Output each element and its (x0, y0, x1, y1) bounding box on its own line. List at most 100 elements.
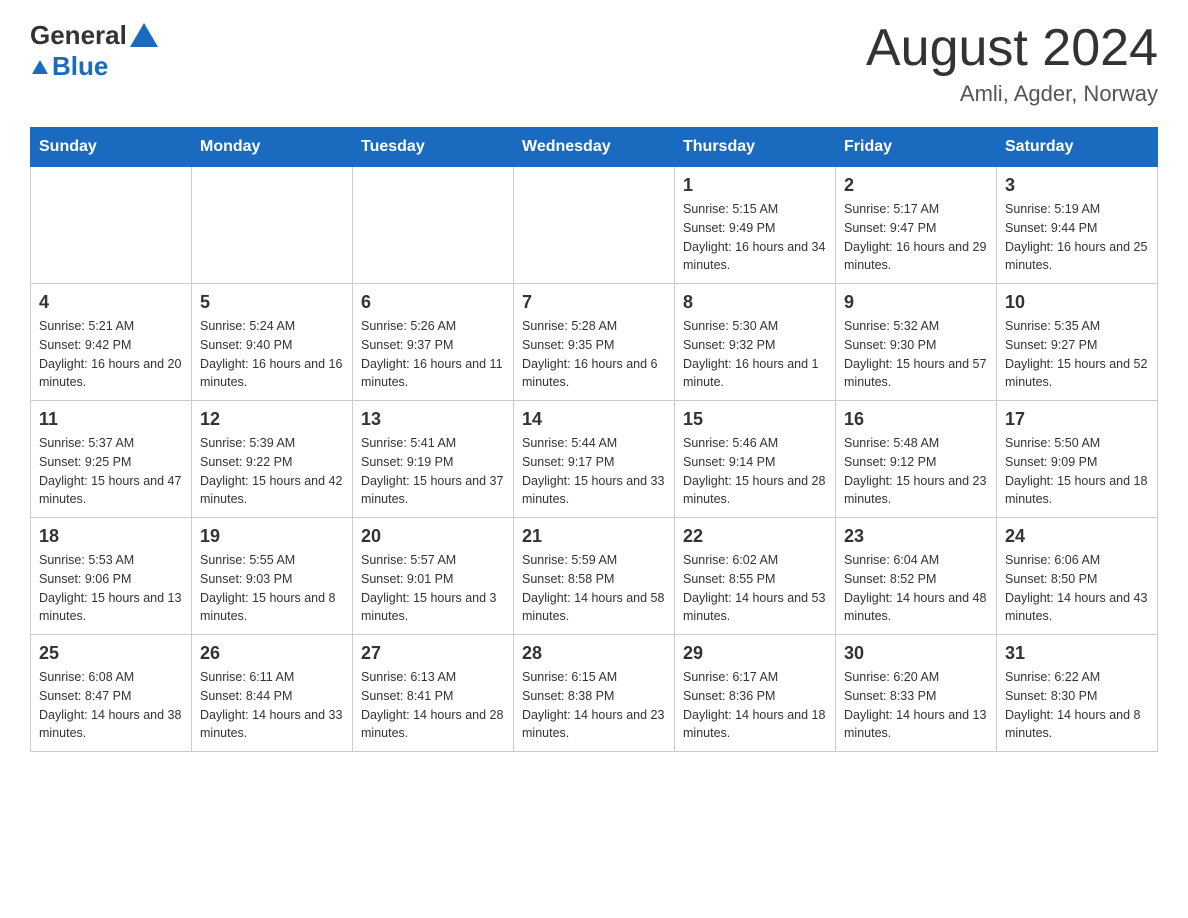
day-info: Sunrise: 5:24 AM Sunset: 9:40 PM Dayligh… (200, 317, 344, 392)
day-info: Sunrise: 5:19 AM Sunset: 9:44 PM Dayligh… (1005, 200, 1149, 275)
day-number: 26 (200, 643, 344, 664)
week-row-2: 4 Sunrise: 5:21 AM Sunset: 9:42 PM Daylig… (31, 284, 1158, 401)
day-header-saturday: Saturday (997, 128, 1158, 167)
week-row-4: 18 Sunrise: 5:53 AM Sunset: 9:06 PM Dayli… (31, 518, 1158, 635)
day-header-sunday: Sunday (31, 128, 192, 167)
day-number: 31 (1005, 643, 1149, 664)
day-info: Sunrise: 5:57 AM Sunset: 9:01 PM Dayligh… (361, 551, 505, 626)
calendar-cell: 14 Sunrise: 5:44 AM Sunset: 9:17 PM Dayli… (514, 401, 675, 518)
day-number: 14 (522, 409, 666, 430)
week-row-1: 1Sunrise: 5:15 AM Sunset: 9:49 PM Daylig… (31, 167, 1158, 284)
day-info: Sunrise: 6:02 AM Sunset: 8:55 PM Dayligh… (683, 551, 827, 626)
calendar-cell: 29Sunrise: 6:17 AM Sunset: 8:36 PM Dayli… (675, 635, 836, 752)
day-info: Sunrise: 5:15 AM Sunset: 9:49 PM Dayligh… (683, 200, 827, 275)
calendar-cell: 28 Sunrise: 6:15 AM Sunset: 8:38 PM Dayli… (514, 635, 675, 752)
calendar-cell: 5 Sunrise: 5:24 AM Sunset: 9:40 PM Daylig… (192, 284, 353, 401)
day-info: Sunrise: 5:30 AM Sunset: 9:32 PM Dayligh… (683, 317, 827, 392)
day-number: 5 (200, 292, 344, 313)
day-info: Sunrise: 6:04 AM Sunset: 8:52 PM Dayligh… (844, 551, 988, 626)
day-info: Sunrise: 5:21 AM Sunset: 9:42 PM Dayligh… (39, 317, 183, 392)
calendar-cell (353, 167, 514, 284)
calendar-body: 1Sunrise: 5:15 AM Sunset: 9:49 PM Daylig… (31, 167, 1158, 752)
day-header-wednesday: Wednesday (514, 128, 675, 167)
day-info: Sunrise: 6:13 AM Sunset: 8:41 PM Dayligh… (361, 668, 505, 743)
day-number: 15 (683, 409, 827, 430)
day-number: 23 (844, 526, 988, 547)
location-text: Amli, Agder, Norway (866, 81, 1158, 107)
calendar-cell: 10Sunrise: 5:35 AM Sunset: 9:27 PM Dayli… (997, 284, 1158, 401)
day-info: Sunrise: 5:50 AM Sunset: 9:09 PM Dayligh… (1005, 434, 1149, 509)
day-number: 10 (1005, 292, 1149, 313)
day-info: Sunrise: 5:46 AM Sunset: 9:14 PM Dayligh… (683, 434, 827, 509)
page-header: General Blue August 2024 Amli, Agder, No… (30, 20, 1158, 107)
calendar-header: SundayMondayTuesdayWednesdayThursdayFrid… (31, 128, 1158, 167)
day-info: Sunrise: 5:44 AM Sunset: 9:17 PM Dayligh… (522, 434, 666, 509)
day-header-friday: Friday (836, 128, 997, 167)
day-number: 18 (39, 526, 183, 547)
day-info: Sunrise: 5:48 AM Sunset: 9:12 PM Dayligh… (844, 434, 988, 509)
day-header-thursday: Thursday (675, 128, 836, 167)
day-info: Sunrise: 6:11 AM Sunset: 8:44 PM Dayligh… (200, 668, 344, 743)
calendar-cell: 13Sunrise: 5:41 AM Sunset: 9:19 PM Dayli… (353, 401, 514, 518)
logo-blue-text: Blue (52, 51, 108, 82)
calendar-cell: 24 Sunrise: 6:06 AM Sunset: 8:50 PM Dayli… (997, 518, 1158, 635)
day-info: Sunrise: 5:59 AM Sunset: 8:58 PM Dayligh… (522, 551, 666, 626)
day-number: 13 (361, 409, 505, 430)
day-headers-row: SundayMondayTuesdayWednesdayThursdayFrid… (31, 128, 1158, 167)
day-number: 17 (1005, 409, 1149, 430)
day-info: Sunrise: 6:22 AM Sunset: 8:30 PM Dayligh… (1005, 668, 1149, 743)
day-number: 6 (361, 292, 505, 313)
calendar-cell (192, 167, 353, 284)
calendar-cell: 16 Sunrise: 5:48 AM Sunset: 9:12 PM Dayli… (836, 401, 997, 518)
calendar-cell: 12Sunrise: 5:39 AM Sunset: 9:22 PM Dayli… (192, 401, 353, 518)
day-number: 30 (844, 643, 988, 664)
logo-general-text: General (30, 20, 127, 51)
day-number: 3 (1005, 175, 1149, 196)
day-number: 11 (39, 409, 183, 430)
day-number: 24 (1005, 526, 1149, 547)
day-number: 21 (522, 526, 666, 547)
day-number: 25 (39, 643, 183, 664)
day-info: Sunrise: 5:39 AM Sunset: 9:22 PM Dayligh… (200, 434, 344, 509)
day-number: 28 (522, 643, 666, 664)
day-number: 22 (683, 526, 827, 547)
calendar-cell: 11 Sunrise: 5:37 AM Sunset: 9:25 PM Dayli… (31, 401, 192, 518)
day-number: 20 (361, 526, 505, 547)
calendar-cell: 4 Sunrise: 5:21 AM Sunset: 9:42 PM Daylig… (31, 284, 192, 401)
title-block: August 2024 Amli, Agder, Norway (866, 20, 1158, 107)
day-header-tuesday: Tuesday (353, 128, 514, 167)
calendar-cell: 8Sunrise: 5:30 AM Sunset: 9:32 PM Daylig… (675, 284, 836, 401)
day-info: Sunrise: 5:37 AM Sunset: 9:25 PM Dayligh… (39, 434, 183, 509)
day-number: 16 (844, 409, 988, 430)
day-header-monday: Monday (192, 128, 353, 167)
calendar-cell: 27 Sunrise: 6:13 AM Sunset: 8:41 PM Dayli… (353, 635, 514, 752)
day-info: Sunrise: 5:17 AM Sunset: 9:47 PM Dayligh… (844, 200, 988, 275)
calendar-cell: 1Sunrise: 5:15 AM Sunset: 9:49 PM Daylig… (675, 167, 836, 284)
day-number: 2 (844, 175, 988, 196)
calendar-cell (514, 167, 675, 284)
calendar-cell: 9Sunrise: 5:32 AM Sunset: 9:30 PM Daylig… (836, 284, 997, 401)
month-title: August 2024 (866, 20, 1158, 77)
calendar-cell: 6 Sunrise: 5:26 AM Sunset: 9:37 PM Daylig… (353, 284, 514, 401)
calendar-cell: 30 Sunrise: 6:20 AM Sunset: 8:33 PM Dayli… (836, 635, 997, 752)
day-info: Sunrise: 5:28 AM Sunset: 9:35 PM Dayligh… (522, 317, 666, 392)
day-number: 4 (39, 292, 183, 313)
calendar-cell (31, 167, 192, 284)
calendar-cell: 3 Sunrise: 5:19 AM Sunset: 9:44 PM Daylig… (997, 167, 1158, 284)
calendar-cell: 26 Sunrise: 6:11 AM Sunset: 8:44 PM Dayli… (192, 635, 353, 752)
calendar-cell: 22 Sunrise: 6:02 AM Sunset: 8:55 PM Dayli… (675, 518, 836, 635)
day-info: Sunrise: 6:15 AM Sunset: 8:38 PM Dayligh… (522, 668, 666, 743)
week-row-3: 11 Sunrise: 5:37 AM Sunset: 9:25 PM Dayli… (31, 401, 1158, 518)
day-info: Sunrise: 5:53 AM Sunset: 9:06 PM Dayligh… (39, 551, 183, 626)
day-number: 7 (522, 292, 666, 313)
day-number: 27 (361, 643, 505, 664)
calendar-cell: 31 Sunrise: 6:22 AM Sunset: 8:30 PM Dayli… (997, 635, 1158, 752)
logo-small-triangle-icon (32, 60, 48, 74)
calendar-cell: 2 Sunrise: 5:17 AM Sunset: 9:47 PM Daylig… (836, 167, 997, 284)
day-info: Sunrise: 6:06 AM Sunset: 8:50 PM Dayligh… (1005, 551, 1149, 626)
calendar-cell: 19Sunrise: 5:55 AM Sunset: 9:03 PM Dayli… (192, 518, 353, 635)
day-info: Sunrise: 6:08 AM Sunset: 8:47 PM Dayligh… (39, 668, 183, 743)
calendar-cell: 15 Sunrise: 5:46 AM Sunset: 9:14 PM Dayli… (675, 401, 836, 518)
day-info: Sunrise: 5:26 AM Sunset: 9:37 PM Dayligh… (361, 317, 505, 392)
day-info: Sunrise: 6:20 AM Sunset: 8:33 PM Dayligh… (844, 668, 988, 743)
